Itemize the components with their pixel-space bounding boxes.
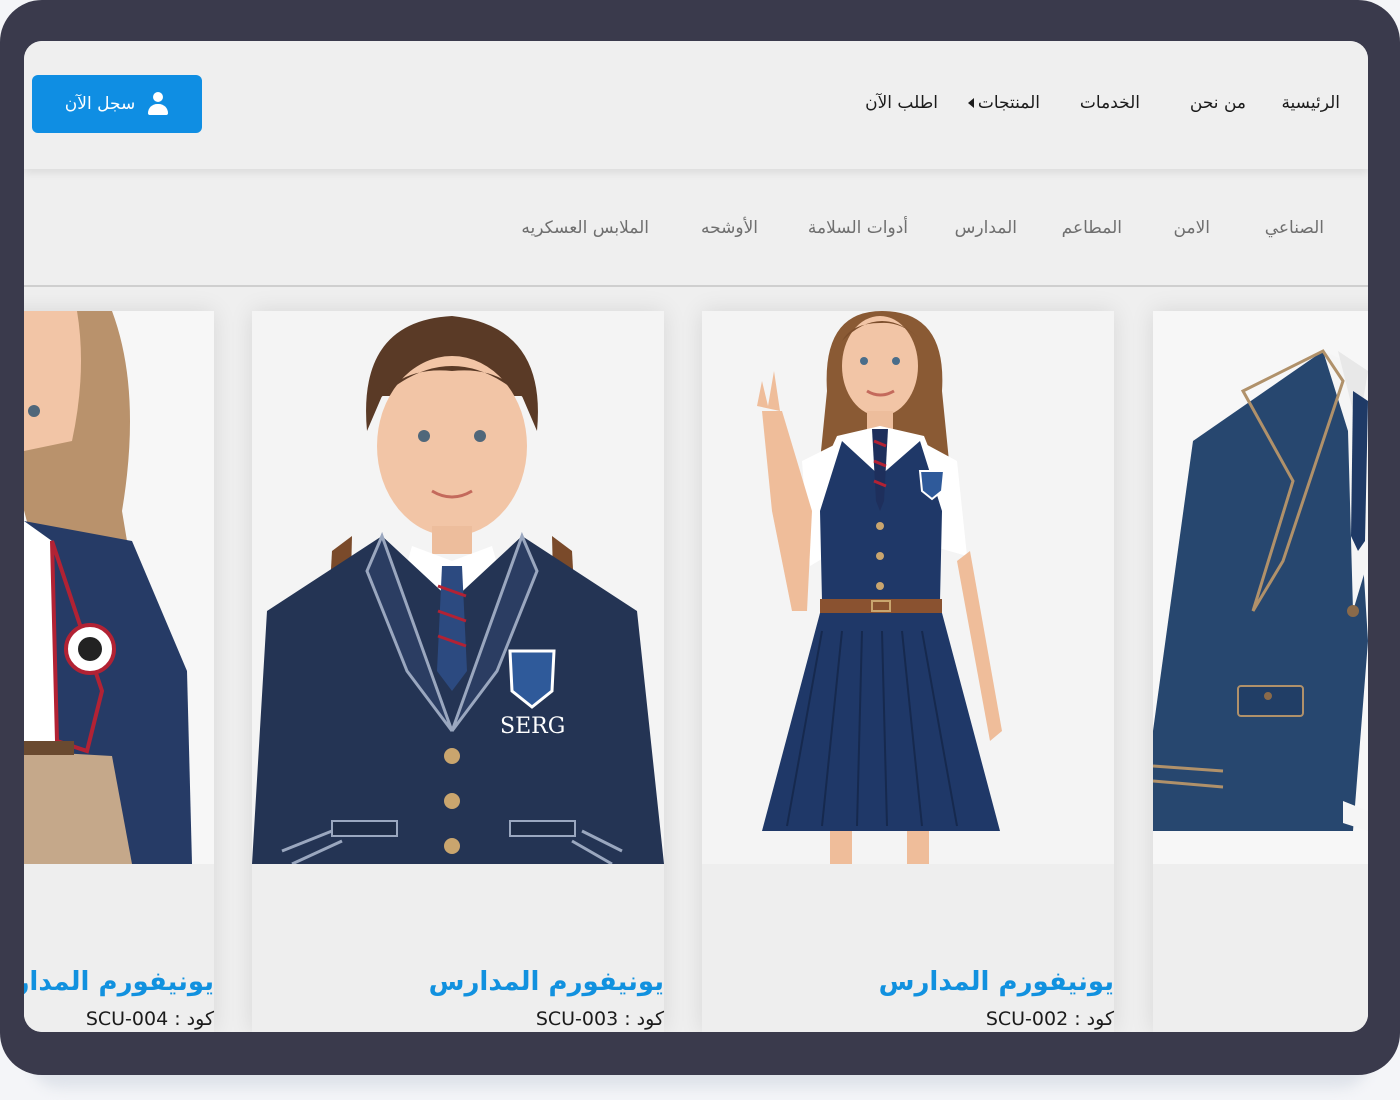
product-image-boy-uniform: SERG [252,311,664,864]
category-security[interactable]: الامن [1174,218,1210,238]
browser-screen: الرئيسية من نحن الخدمات المنتجات اطلب ال… [24,41,1368,1032]
product-image-blazer [1153,311,1368,864]
nav-order-now[interactable]: اطلب الآن [865,93,938,113]
register-now-button[interactable]: سجل الآن [32,75,202,133]
product-card[interactable] [1153,311,1368,1032]
category-safety-tools[interactable]: أدوات السلامة [808,218,908,238]
product-code: SCU-003 كود : [536,1008,664,1030]
product-image-girl-blazer [24,311,214,864]
product-title[interactable]: يونيفورم المدارس [879,967,1114,997]
nav-home[interactable]: الرئيسية [1281,93,1340,113]
user-icon [147,92,169,116]
nav-about[interactable]: من نحن [1190,93,1246,113]
product-code-label: كود : [174,1008,214,1030]
device-frame: الرئيسية من نحن الخدمات المنتجات اطلب ال… [0,0,1400,1075]
blazer-badge-text: SERG [500,714,565,739]
register-now-label: سجل الآن [64,94,136,114]
product-code: SCU-002 كود : [986,1008,1114,1030]
product-code-label: كود : [1074,1008,1114,1030]
product-title[interactable]: يونيفورم المدارس [24,967,214,997]
product-code-value: SCU-004 [85,1008,169,1030]
product-code-label: كود : [624,1008,664,1030]
product-card[interactable]: SERG يونيفورم المدارس SCU-003 كود : [252,311,664,1032]
nav-products-label: المنتجات [977,93,1040,113]
product-code-value: SCU-003 [535,1008,619,1030]
top-navigation: الرئيسية من نحن الخدمات المنتجات اطلب ال… [24,41,1368,169]
caret-left-icon [967,98,974,108]
product-code-value: SCU-002 [985,1008,1069,1030]
nav-services[interactable]: الخدمات [1080,93,1140,113]
category-industrial[interactable]: الصناعي [1265,218,1324,238]
nav-products[interactable]: المنتجات [967,93,1040,113]
product-code: SCU-004 كود : [86,1008,214,1030]
category-bar: الصناعي الامن المطاعم المدارس أدوات السل… [24,170,1368,287]
category-sashes[interactable]: الأوشحه [701,218,758,238]
category-restaurants[interactable]: المطاعم [1062,218,1122,238]
category-schools[interactable]: المدارس [955,218,1017,238]
category-military-clothing[interactable]: الملابس العسكريه [521,218,649,238]
product-card[interactable]: يونيفورم المدارس SCU-002 كود : [702,311,1114,1032]
product-title[interactable]: يونيفورم المدارس [429,967,664,997]
product-image-girl-uniform [702,311,1114,864]
product-card[interactable]: يونيفورم المدارس SCU-004 كود : [24,311,214,1032]
